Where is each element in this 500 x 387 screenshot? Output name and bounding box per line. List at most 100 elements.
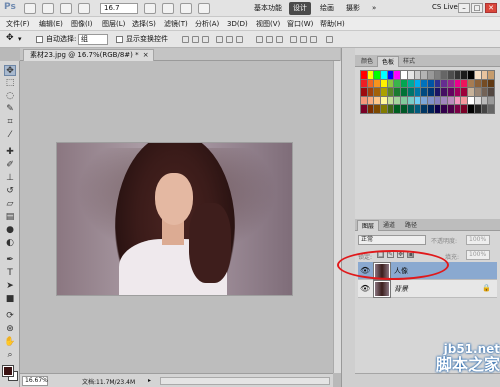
auto-select-dropdown[interactable]: 组 xyxy=(78,34,108,45)
color-swatch[interactable] xyxy=(401,79,407,88)
color-swatch[interactable] xyxy=(474,71,481,79)
color-swatch[interactable] xyxy=(381,88,387,96)
color-swatch[interactable] xyxy=(401,88,407,96)
color-swatch[interactable] xyxy=(421,96,427,105)
align-vcenter-icon[interactable] xyxy=(192,36,199,43)
color-swatch[interactable] xyxy=(387,79,394,88)
chevron-down-icon[interactable]: ▾ xyxy=(18,35,22,44)
foreground-color-swatch[interactable] xyxy=(2,365,14,377)
color-swatch[interactable] xyxy=(394,79,401,88)
screen-mode-icon[interactable] xyxy=(198,3,210,14)
color-swatch[interactable] xyxy=(381,79,387,88)
distribute-hcenter-icon[interactable] xyxy=(300,36,307,43)
bridge-icon[interactable] xyxy=(24,3,36,14)
close-icon[interactable]: ✕ xyxy=(485,3,497,13)
color-swatch[interactable] xyxy=(361,105,367,113)
color-swatch[interactable] xyxy=(401,105,407,113)
tab-color[interactable]: 颜色 xyxy=(357,56,377,67)
menu-select[interactable]: 选择(S) xyxy=(132,19,156,29)
color-swatch[interactable] xyxy=(468,105,474,113)
brush-tool-icon[interactable]: ✐ xyxy=(4,160,16,171)
color-swatch[interactable] xyxy=(474,96,481,105)
close-tab-icon[interactable]: × xyxy=(143,50,149,61)
color-swatch[interactable] xyxy=(407,71,414,79)
color-swatch[interactable] xyxy=(374,88,381,96)
distribute-top-icon[interactable] xyxy=(256,36,263,43)
color-swatch[interactable] xyxy=(481,88,488,96)
color-swatch[interactable] xyxy=(474,88,481,96)
color-swatch[interactable] xyxy=(454,105,461,113)
workspace-design[interactable]: 设计 xyxy=(289,2,311,15)
blend-mode-select[interactable]: 正常 xyxy=(358,235,426,245)
healing-brush-tool-icon[interactable]: ✚ xyxy=(4,147,16,158)
tab-paths[interactable]: 路径 xyxy=(401,220,421,231)
color-swatch[interactable] xyxy=(361,71,367,79)
align-hcenter-icon[interactable] xyxy=(226,36,233,43)
menu-3d[interactable]: 3D(D) xyxy=(227,19,248,29)
color-swatch[interactable] xyxy=(394,71,401,79)
horizontal-scrollbar[interactable] xyxy=(160,377,330,385)
color-swatch[interactable] xyxy=(387,71,394,79)
quick-select-tool-icon[interactable]: ✎ xyxy=(4,104,16,115)
workspace-essentials[interactable]: 基本功能 xyxy=(250,2,286,15)
color-swatch[interactable] xyxy=(427,88,434,96)
crop-tool-icon[interactable]: ⌗ xyxy=(4,117,16,128)
tab-swatches[interactable]: 色板 xyxy=(377,56,400,67)
minimize-icon[interactable]: – xyxy=(458,3,470,13)
show-transform-checkbox[interactable] xyxy=(116,36,123,43)
color-swatch[interactable] xyxy=(407,79,414,88)
color-swatch[interactable] xyxy=(387,96,394,105)
color-swatch[interactable] xyxy=(448,88,454,96)
color-swatch[interactable] xyxy=(454,88,461,96)
color-swatch[interactable] xyxy=(394,88,401,96)
lasso-tool-icon[interactable]: ◌ xyxy=(4,91,16,102)
color-swatch[interactable] xyxy=(394,105,401,113)
color-swatch[interactable] xyxy=(454,71,461,79)
color-swatch[interactable] xyxy=(407,96,414,105)
clone-stamp-tool-icon[interactable]: ⊥ xyxy=(4,173,16,184)
align-top-icon[interactable] xyxy=(182,36,189,43)
color-swatch[interactable] xyxy=(421,88,427,96)
color-swatch[interactable] xyxy=(434,88,441,96)
auto-align-icon[interactable] xyxy=(326,36,333,43)
hand-tool-icon[interactable]: ✋ xyxy=(4,337,16,348)
menu-analysis[interactable]: 分析(A) xyxy=(195,19,219,29)
auto-select-checkbox[interactable] xyxy=(36,36,43,43)
arrange-documents-icon[interactable] xyxy=(78,3,90,14)
zoom-tool-icon[interactable]: ⌕ xyxy=(4,350,16,361)
dodge-tool-icon[interactable]: ◐ xyxy=(4,238,16,249)
color-swatch[interactable] xyxy=(488,79,494,88)
color-swatch[interactable] xyxy=(361,88,367,96)
zoom-tool-icon[interactable] xyxy=(162,3,174,14)
color-swatch[interactable] xyxy=(461,88,468,96)
menu-file[interactable]: 文件(F) xyxy=(6,19,30,29)
color-swatch[interactable] xyxy=(427,96,434,105)
color-swatch[interactable] xyxy=(448,105,454,113)
color-swatch[interactable] xyxy=(448,71,454,79)
menu-edit[interactable]: 编辑(E) xyxy=(39,19,63,29)
extras-icon[interactable] xyxy=(60,3,72,14)
color-swatch[interactable] xyxy=(488,96,494,105)
color-swatch[interactable] xyxy=(488,71,494,79)
color-swatch[interactable] xyxy=(361,79,367,88)
color-swatch[interactable] xyxy=(394,96,401,105)
color-swatch[interactable] xyxy=(427,71,434,79)
color-swatch[interactable] xyxy=(448,79,454,88)
color-swatch[interactable] xyxy=(461,96,468,105)
color-swatch[interactable] xyxy=(414,71,421,79)
color-swatch[interactable] xyxy=(374,79,381,88)
shape-tool-icon[interactable]: ■ xyxy=(4,294,16,305)
distribute-right-icon[interactable] xyxy=(310,36,317,43)
vertical-scrollbar[interactable] xyxy=(333,61,341,373)
color-swatch[interactable] xyxy=(387,88,394,96)
maximize-icon[interactable]: □ xyxy=(471,3,483,13)
pen-tool-icon[interactable]: ✒ xyxy=(4,255,16,266)
color-swatch[interactable] xyxy=(414,79,421,88)
menu-image[interactable]: 图像(I) xyxy=(71,19,93,29)
color-swatch[interactable] xyxy=(387,105,394,113)
color-swatch[interactable] xyxy=(474,105,481,113)
eyedropper-tool-icon[interactable]: ⁄ xyxy=(4,130,16,141)
color-swatch[interactable] xyxy=(434,96,441,105)
color-swatch[interactable] xyxy=(461,105,468,113)
marquee-tool-icon[interactable]: ⬚ xyxy=(4,78,16,89)
